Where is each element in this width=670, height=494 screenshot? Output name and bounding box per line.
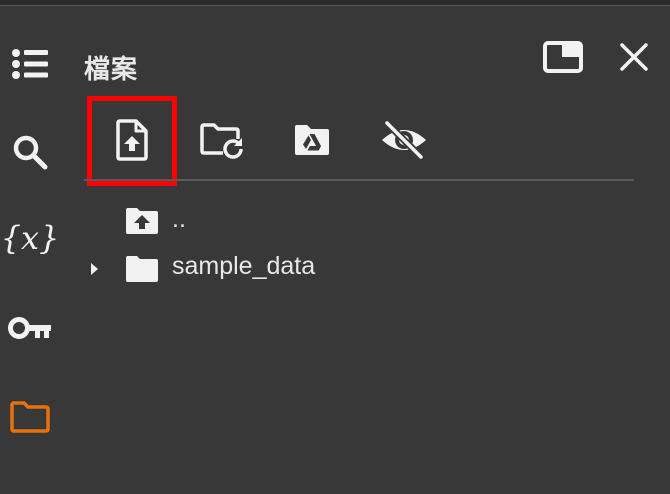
folder-icon xyxy=(126,256,158,282)
panel-title: 檔案 xyxy=(84,55,139,85)
sidebar-item-files[interactable] xyxy=(8,398,52,436)
expand-chevron-icon[interactable] xyxy=(84,259,104,279)
close-panel-button[interactable] xyxy=(614,38,654,76)
toolbar-divider xyxy=(84,179,634,181)
search-icon xyxy=(13,135,48,170)
google-drive-icon xyxy=(295,125,329,155)
sidebar-item-search[interactable] xyxy=(8,132,52,172)
sidebar-item-variables[interactable]: {x} xyxy=(1,214,60,262)
sidebar-item-secrets[interactable] xyxy=(6,312,54,344)
sidebar-item-toc[interactable] xyxy=(8,46,52,82)
mount-drive-button[interactable] xyxy=(288,118,336,162)
secrets-key-icon xyxy=(8,317,51,339)
file-tree-item[interactable]: sample_data xyxy=(84,250,315,288)
eye-off-icon xyxy=(382,120,426,160)
refresh-button[interactable] xyxy=(196,118,246,162)
parent-directory-label: .. xyxy=(172,204,186,233)
file-tree-item-label: sample_data xyxy=(172,251,316,280)
maximize-button[interactable] xyxy=(540,38,586,76)
table-of-contents-icon xyxy=(12,49,48,79)
maximize-icon xyxy=(543,41,583,73)
window-top-border xyxy=(0,0,670,6)
folder-refresh-icon xyxy=(200,123,243,159)
toggle-hidden-files-button[interactable] xyxy=(378,118,430,162)
upload-file-button[interactable] xyxy=(108,114,156,166)
variables-icon: {x} xyxy=(0,219,60,257)
folder-up-icon xyxy=(126,208,158,234)
parent-directory-row[interactable]: .. xyxy=(124,202,186,240)
files-folder-icon xyxy=(10,401,50,433)
close-icon xyxy=(620,43,648,71)
upload-file-icon xyxy=(116,119,148,161)
